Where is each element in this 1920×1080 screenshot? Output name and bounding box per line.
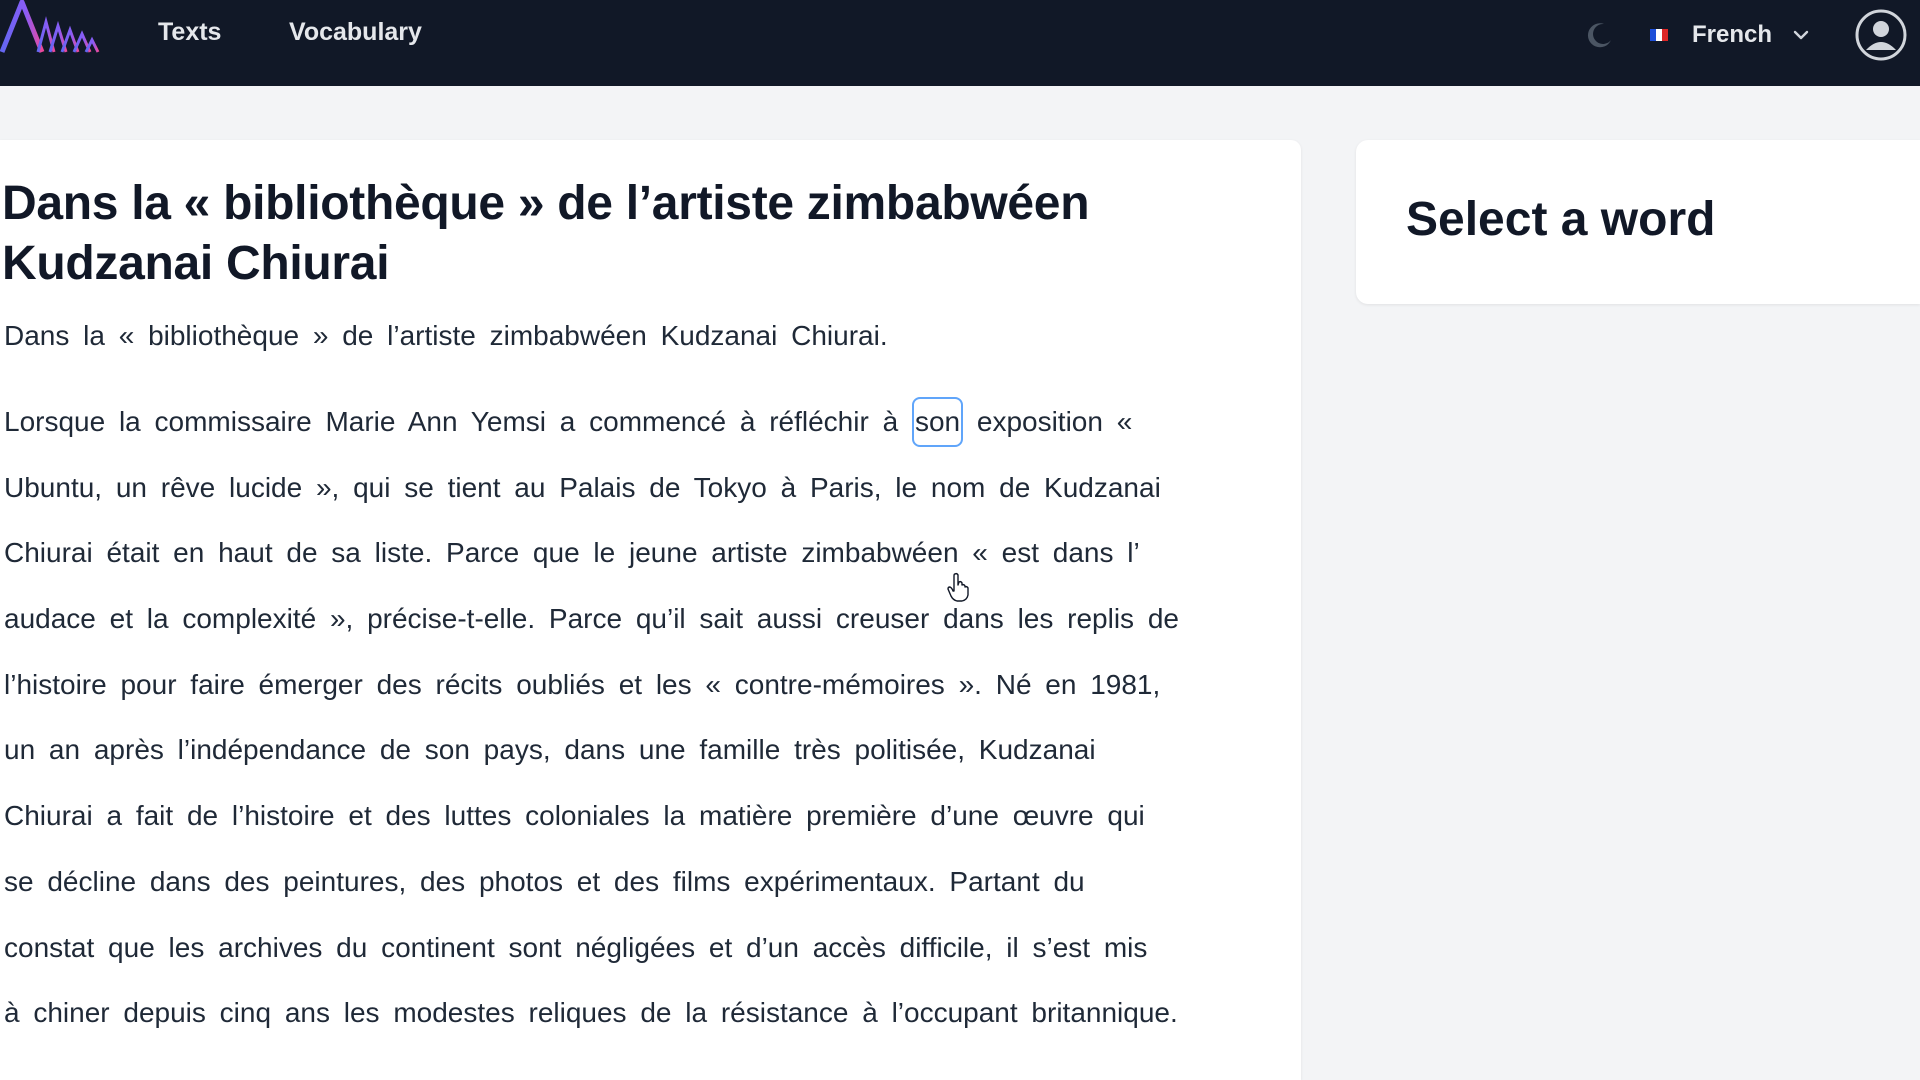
word-details-panel: Select a word: [1356, 140, 1920, 304]
article-body: Lorsque la commissaire Marie Ann Yemsi a…: [4, 397, 1294, 1059]
france-flag-icon: [1650, 29, 1668, 41]
text-segment[interactable]: exposition «: [963, 406, 1132, 437]
language-label: French: [1692, 21, 1773, 48]
moon-icon[interactable]: [1584, 20, 1614, 50]
text-line[interactable]: à chiner depuis cinq ans les modestes re…: [4, 993, 1294, 1059]
text-line[interactable]: Chiurai a fait de l’histoire et des lutt…: [4, 796, 1294, 862]
text-line[interactable]: un an après l’indépendance de son pays, …: [4, 730, 1294, 796]
text-line[interactable]: constat que les archives du continent so…: [4, 928, 1294, 994]
text-line[interactable]: audace et la complexité », précise-t-ell…: [4, 599, 1294, 665]
nav-link-texts[interactable]: Texts: [158, 18, 221, 47]
chevron-down-icon: [1793, 30, 1809, 40]
article-subtitle: Dans la « bibliothèque » de l’artiste zi…: [4, 320, 888, 351]
language-selector[interactable]: French: [1650, 16, 1812, 54]
text-line[interactable]: Ubuntu, un rêve lucide », qui se tient a…: [4, 468, 1294, 534]
user-avatar-icon[interactable]: [1854, 8, 1908, 62]
text-line[interactable]: se décline dans des peintures, des photo…: [4, 862, 1294, 928]
text-line[interactable]: Lorsque la commissaire Marie Ann Yemsi a…: [4, 397, 1294, 468]
article-card: Dans la « bibliothèque » de l’artiste zi…: [0, 140, 1301, 1080]
text-segment[interactable]: Lorsque la commissaire Marie Ann Yemsi a…: [4, 406, 912, 437]
panel-heading: Select a word: [1406, 193, 1716, 246]
text-line[interactable]: l’histoire pour faire émerger des récits…: [4, 665, 1294, 731]
app-logo-icon[interactable]: [0, 0, 100, 58]
text-line[interactable]: Chiurai était en haut de sa liste. Parce…: [4, 533, 1294, 599]
nav-link-vocabulary[interactable]: Vocabulary: [289, 18, 422, 47]
top-navigation-bar: Texts Vocabulary French: [0, 0, 1920, 86]
article-title: Dans la « bibliothèque » de l’artiste zi…: [2, 177, 1090, 290]
selected-word-son[interactable]: son: [911, 397, 964, 447]
